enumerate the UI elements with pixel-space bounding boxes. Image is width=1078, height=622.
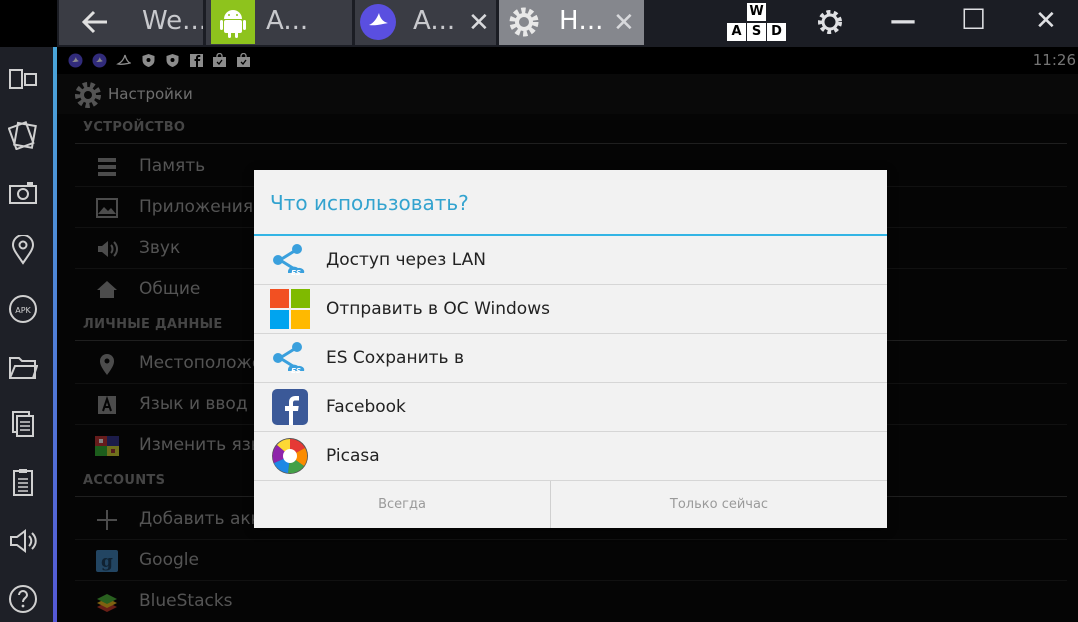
location-pin-icon[interactable] xyxy=(8,235,38,265)
key-a: A xyxy=(727,23,746,41)
option-picasa[interactable]: Picasa xyxy=(254,432,887,481)
clipboard-icon[interactable] xyxy=(8,467,38,497)
folder-icon[interactable] xyxy=(8,352,38,382)
option-lan-access[interactable]: ES Доступ через LAN xyxy=(254,236,887,285)
gear-icon xyxy=(505,3,543,45)
option-label: Picasa xyxy=(326,446,380,466)
es-share-icon: ES xyxy=(273,244,305,277)
settings-gear-icon[interactable] xyxy=(815,7,845,52)
back-arrow-icon[interactable] xyxy=(81,9,109,42)
close-icon[interactable]: ✕ xyxy=(468,8,490,38)
key-d: D xyxy=(767,23,786,41)
title-bar-spacer xyxy=(0,0,57,47)
android-icon xyxy=(211,0,255,44)
tab-label: A... xyxy=(413,6,456,36)
key-w: W xyxy=(747,3,766,21)
tab-settings[interactable]: Н... ✕ xyxy=(499,0,644,45)
option-send-windows[interactable]: Отправить в ОС Windows xyxy=(254,285,887,334)
sidebar: APK xyxy=(0,47,57,622)
windows-icon xyxy=(270,289,310,329)
tab-android[interactable]: A... xyxy=(206,0,352,45)
svg-text:ES: ES xyxy=(291,367,301,375)
svg-text:ES: ES xyxy=(291,269,301,277)
chooser-dialog: Что использовать? ES Доступ через LAN От… xyxy=(254,170,887,528)
svg-text:APK: APK xyxy=(15,306,31,315)
minimize-button[interactable]: — xyxy=(890,6,916,51)
es-share-icon: ES xyxy=(273,342,305,375)
tab-label: Н... xyxy=(559,6,604,36)
keyboard-mapping-icon[interactable]: W A S D xyxy=(727,3,787,43)
picasa-icon xyxy=(272,438,308,474)
help-icon[interactable] xyxy=(8,584,38,614)
multi-instance-icon[interactable] xyxy=(8,64,38,94)
just-once-button[interactable]: Только сейчас xyxy=(551,481,887,528)
apk-icon[interactable]: APK xyxy=(8,294,38,324)
title-bar: We... A... A... ✕ Н... ✕ W A S D — ☐ ✕ xyxy=(0,0,1078,47)
aviate-icon xyxy=(359,3,397,45)
maximize-button[interactable]: ☐ xyxy=(961,3,986,48)
tab-aviate[interactable]: A... ✕ xyxy=(355,0,496,45)
tab-label: We... xyxy=(142,6,203,36)
option-label: Facebook xyxy=(326,397,406,417)
key-s: S xyxy=(747,23,766,41)
option-label: ES Сохранить в xyxy=(326,348,464,368)
camera-icon[interactable] xyxy=(8,178,38,208)
close-icon[interactable]: ✕ xyxy=(613,8,635,38)
volume-icon[interactable] xyxy=(8,526,38,556)
copy-icon[interactable] xyxy=(8,409,38,439)
option-label: Доступ через LAN xyxy=(326,250,486,270)
tab-web[interactable]: We... xyxy=(59,0,203,45)
option-label: Отправить в ОС Windows xyxy=(326,299,550,319)
facebook-icon xyxy=(272,389,308,425)
close-window-button[interactable]: ✕ xyxy=(1035,6,1057,51)
dialog-title: Что использовать? xyxy=(270,191,469,215)
option-es-save[interactable]: ES ES Сохранить в xyxy=(254,334,887,383)
always-button[interactable]: Всегда xyxy=(254,481,550,528)
tab-label: A... xyxy=(266,6,309,36)
cards-icon[interactable] xyxy=(8,120,38,150)
option-facebook[interactable]: Facebook xyxy=(254,383,887,432)
